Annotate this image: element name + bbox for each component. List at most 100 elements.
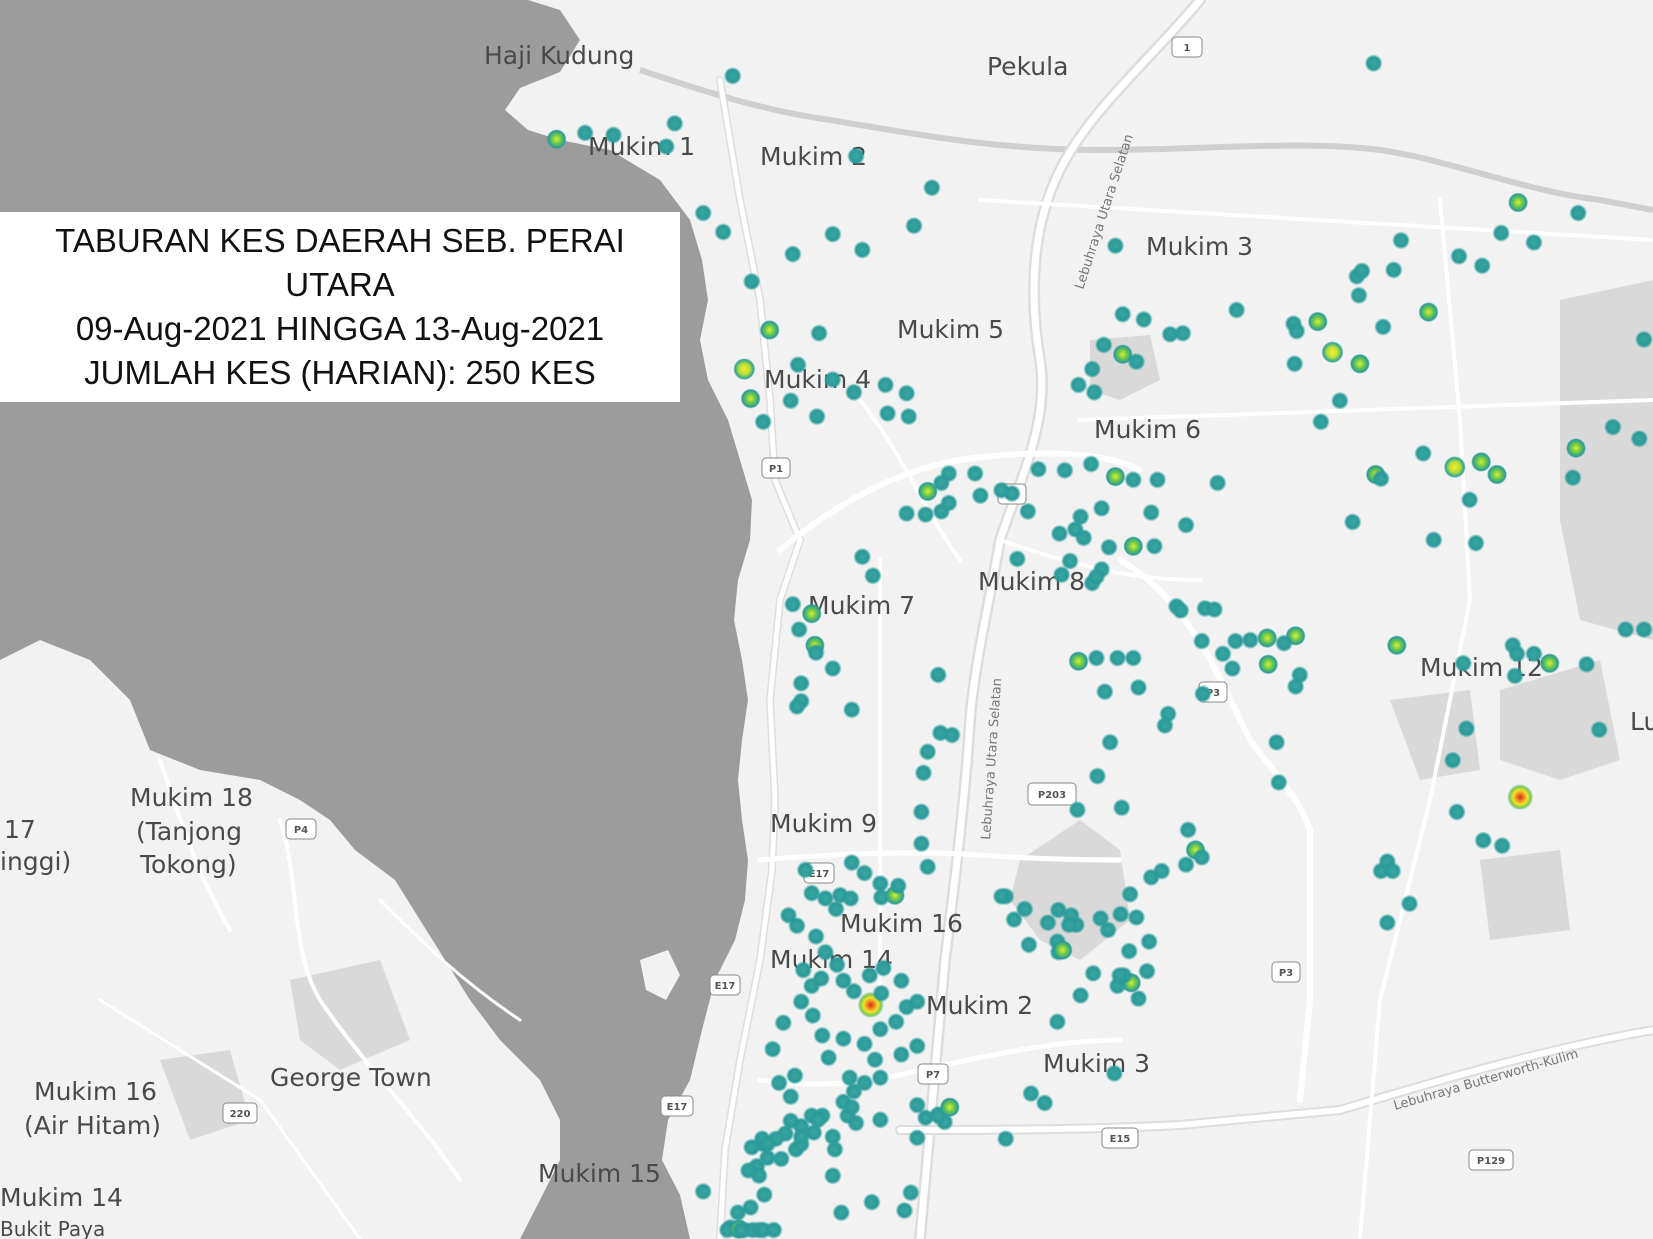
place-mukim-5: Mukim 5 xyxy=(897,315,1004,344)
case-point xyxy=(1311,412,1330,431)
case-point xyxy=(1414,444,1433,463)
case-point xyxy=(863,566,882,585)
case-point xyxy=(1029,460,1048,479)
case-point xyxy=(1052,940,1073,961)
case-point xyxy=(992,887,1011,906)
case-point xyxy=(1142,503,1161,522)
case-point xyxy=(754,412,773,431)
svg-text:P203: P203 xyxy=(1038,790,1066,801)
case-point xyxy=(755,1185,774,1204)
case-point xyxy=(939,494,958,512)
case-point xyxy=(1123,536,1144,557)
place-tanjong: (Tanjong xyxy=(136,817,242,846)
case-point xyxy=(862,1193,881,1212)
case-point xyxy=(1105,466,1126,487)
case-point xyxy=(943,726,961,744)
case-point xyxy=(763,1040,782,1059)
case-point xyxy=(1193,684,1212,703)
case-point xyxy=(1055,461,1074,480)
case-point xyxy=(918,857,937,876)
case-point xyxy=(1384,260,1403,279)
shield-e17-mid: E17 xyxy=(709,974,741,996)
case-point xyxy=(1099,921,1117,939)
case-point xyxy=(1112,798,1131,817)
case-point xyxy=(892,1045,911,1064)
case-point xyxy=(1418,302,1439,323)
case-point xyxy=(878,404,897,423)
case-point xyxy=(1474,831,1493,850)
case-point xyxy=(1258,654,1279,675)
case-point xyxy=(781,1087,800,1106)
case-point xyxy=(1177,855,1195,874)
case-point xyxy=(1127,908,1146,927)
case-point xyxy=(1069,375,1088,394)
case-point xyxy=(1142,868,1161,887)
title-line-2: UTARA xyxy=(285,266,395,303)
case-point xyxy=(1192,848,1211,867)
svg-text:E17: E17 xyxy=(715,981,736,992)
case-point xyxy=(694,204,713,222)
shield-p129: P129 xyxy=(1468,1149,1514,1171)
case-point xyxy=(1508,644,1526,663)
case-point xyxy=(914,763,933,782)
case-point xyxy=(803,1006,822,1025)
case-point xyxy=(895,1201,914,1220)
case-point xyxy=(823,370,842,389)
case-point xyxy=(922,178,941,197)
case-point xyxy=(781,1111,800,1130)
case-point xyxy=(807,643,825,662)
place-mukim-3-north: Mukim 3 xyxy=(1146,232,1253,261)
place-mukim-7: Mukim 7 xyxy=(808,591,915,620)
case-point xyxy=(897,384,916,403)
case-point xyxy=(1140,932,1159,951)
case-point xyxy=(1060,915,1078,934)
place-mukim-9: Mukim 9 xyxy=(770,809,877,838)
case-point xyxy=(801,603,822,624)
case-point xyxy=(1492,224,1511,242)
case-point xyxy=(1400,894,1419,913)
case-point xyxy=(1372,469,1390,488)
place-mukim-3-south: Mukim 3 xyxy=(1043,1049,1150,1078)
place-tokong: Tokong) xyxy=(139,850,237,879)
svg-text:P1: P1 xyxy=(769,464,783,475)
case-point xyxy=(1635,620,1653,639)
case-point xyxy=(1275,634,1293,653)
place-mukim-14-west: Mukim 14 xyxy=(0,1183,123,1212)
case-point xyxy=(1566,438,1586,459)
case-point xyxy=(899,407,918,426)
map-view[interactable]: 1 P1 P3 P3 P3 P203 P4 E17 E17 E17 P7 220… xyxy=(0,0,1653,1239)
case-point xyxy=(1343,513,1362,531)
case-point xyxy=(860,966,879,985)
case-point xyxy=(889,876,908,895)
case-point xyxy=(912,802,931,821)
place-air-hitam: (Air Hitam) xyxy=(24,1111,161,1140)
title-line-4: JUMLAH KES (HARIAN): 250 KES xyxy=(84,354,596,391)
case-point xyxy=(1524,644,1543,663)
case-point xyxy=(1616,620,1635,639)
case-point xyxy=(1330,391,1349,410)
case-point xyxy=(714,223,733,241)
case-point xyxy=(1466,534,1485,553)
case-point xyxy=(1392,231,1410,250)
case-point xyxy=(908,1037,927,1055)
case-point xyxy=(876,375,895,394)
case-point xyxy=(842,700,861,719)
shield-e17-south: E17 xyxy=(660,1095,694,1117)
case-point xyxy=(1257,628,1278,648)
case-point xyxy=(929,665,948,684)
case-point xyxy=(853,547,872,566)
case-point xyxy=(1138,962,1156,981)
case-point xyxy=(1205,600,1224,619)
case-point xyxy=(813,1026,832,1045)
case-point xyxy=(1383,862,1402,880)
svg-text:P7: P7 xyxy=(926,1070,940,1081)
case-point xyxy=(1121,885,1140,904)
shield-p203: P203 xyxy=(1027,782,1077,806)
case-point xyxy=(783,595,802,614)
case-point xyxy=(1287,322,1306,341)
case-point xyxy=(1321,341,1344,364)
case-point xyxy=(723,66,742,85)
case-point xyxy=(740,388,761,409)
case-point xyxy=(1374,317,1393,336)
case-point xyxy=(1507,784,1534,811)
